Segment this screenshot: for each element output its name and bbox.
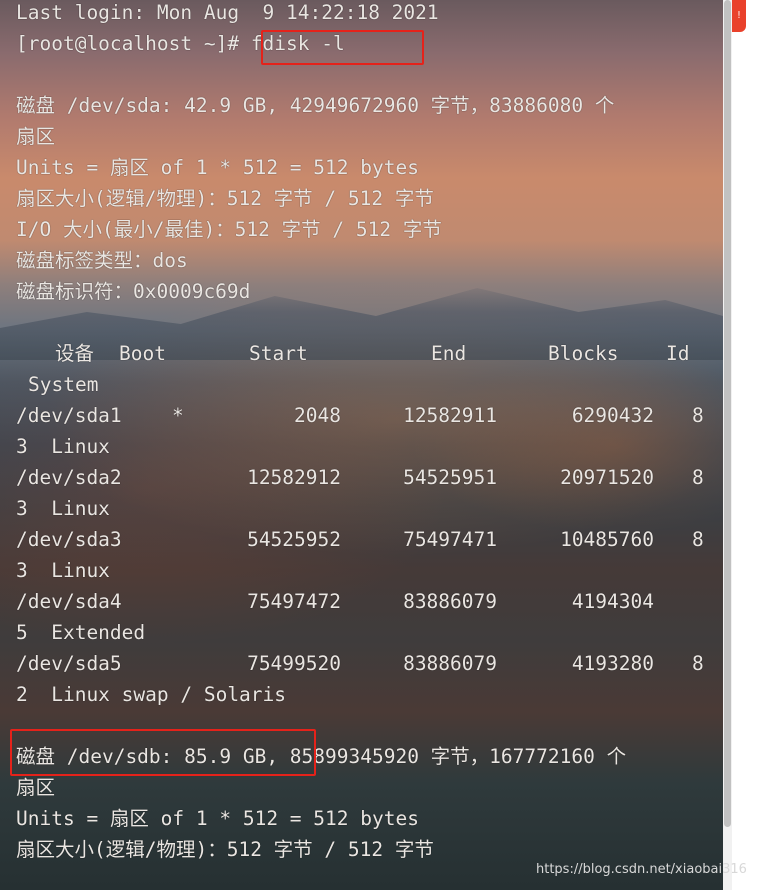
header-device: 设备: [55, 342, 95, 365]
row-continuation: 3 Linux: [16, 497, 110, 520]
command-line: [root@localhost ~]# fdisk -l: [16, 28, 345, 59]
side-action-button[interactable]: ǃ: [732, 0, 746, 32]
row-id-tail: 8: [692, 652, 704, 675]
table-row: /dev/sda4 75497472 83886079 4194304: [0, 586, 723, 617]
row-continuation: 3 Linux: [16, 559, 110, 582]
header-start: Start: [249, 342, 308, 365]
table-row: /dev/sda5 75499520 83886079 4193280 8: [0, 648, 723, 679]
row-start: 75497472: [247, 590, 341, 613]
sdb-sector-size-line: 扇区大小(逻辑/物理)：512 字节 / 512 字节: [16, 838, 434, 861]
row-device: /dev/sda3: [16, 528, 122, 551]
sdb-disk-line-highlighted: 磁盘 /dev/sdb: 85.9 GB,: [16, 745, 279, 768]
watermark-text: https://blog.csdn.net/xiaobai316: [536, 862, 747, 877]
sda-disk-line-cont: 扇区: [16, 125, 56, 148]
header-end: End: [431, 342, 467, 365]
page-side-area: [732, 0, 771, 890]
row-device: /dev/sda1: [16, 404, 122, 427]
row-end: 54525951: [403, 466, 497, 489]
row-device: /dev/sda2: [16, 466, 122, 489]
sdb-disk-line: 磁盘 /dev/sdb: 85.9 GB, 85899345920 字节，167…: [16, 741, 626, 772]
row-end: 83886079: [403, 652, 497, 675]
sda-identifier-line: 磁盘标识符：0x0009c69d: [16, 280, 251, 303]
row-blocks: 10485760: [560, 528, 654, 551]
row-blocks: 20971520: [560, 466, 654, 489]
row-end: 83886079: [403, 590, 497, 613]
table-row: /dev/sda1 * 2048 12582911 6290432 8: [0, 400, 723, 431]
row-end: 75497471: [403, 528, 497, 551]
sda-units-line: Units = 扇区 of 1 * 512 = 512 bytes: [16, 156, 419, 179]
row-id-tail: 8: [692, 404, 704, 427]
header-boot: Boot: [119, 342, 166, 365]
row-blocks: 6290432: [571, 404, 654, 427]
header-system: System: [28, 373, 99, 396]
sda-label-type-line: 磁盘标签类型：dos: [16, 249, 188, 272]
row-continuation: 2 Linux swap / Solaris: [16, 683, 287, 706]
sda-sector-size-line: 扇区大小(逻辑/物理)：512 字节 / 512 字节: [16, 187, 434, 210]
row-start: 75499520: [247, 652, 341, 675]
row-blocks: 4193280: [571, 652, 654, 675]
row-start: 2048: [294, 404, 341, 427]
terminal-window[interactable]: Last login: Mon Aug 9 14:22:18 2021 [roo…: [0, 0, 723, 890]
row-end: 12582911: [403, 404, 497, 427]
vertical-scrollbar[interactable]: [723, 0, 732, 890]
row-device: /dev/sda4: [16, 590, 122, 613]
header-id: Id: [666, 342, 690, 365]
sdb-disk-line-cont: 扇区: [16, 776, 56, 799]
last-login-line: Last login: Mon Aug 9 14:22:18 2021: [16, 1, 439, 24]
scrollbar-thumb[interactable]: [724, 0, 731, 827]
row-boot: *: [172, 404, 184, 427]
table-row: /dev/sda3 54525952 75497471 10485760 8: [0, 524, 723, 555]
row-start: 54525952: [247, 528, 341, 551]
header-blocks: Blocks: [548, 342, 619, 365]
row-blocks: 4194304: [571, 590, 654, 613]
row-device: /dev/sda5: [16, 652, 122, 675]
command-text: fdisk -l: [250, 32, 345, 55]
partition-table-header: 设备 Boot Start End Blocks Id: [0, 338, 723, 369]
table-row: /dev/sda2 12582912 54525951 20971520 8: [0, 462, 723, 493]
row-start: 12582912: [247, 466, 341, 489]
shell-prompt: [root@localhost ~]#: [16, 32, 251, 55]
row-continuation: 5 Extended: [16, 621, 146, 644]
sdb-disk-line-rest: 85899345920 字节，167772160 个: [278, 745, 627, 768]
sdb-units-line: Units = 扇区 of 1 * 512 = 512 bytes: [16, 807, 419, 830]
sda-io-size-line: I/O 大小(最小/最佳)：512 字节 / 512 字节: [16, 218, 442, 241]
row-id-tail: 8: [692, 528, 704, 551]
sda-disk-line: 磁盘 /dev/sda: 42.9 GB, 42949672960 字节，838…: [16, 94, 615, 117]
row-id-tail: 8: [692, 466, 704, 489]
row-continuation: 3 Linux: [16, 435, 110, 458]
